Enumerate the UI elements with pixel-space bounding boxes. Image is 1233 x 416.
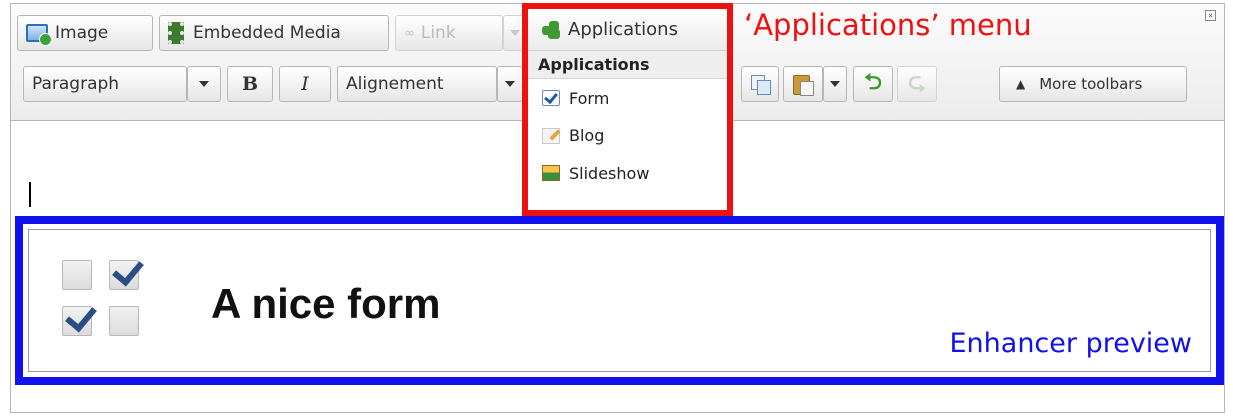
embedded-media-button[interactable]: Embedded Media — [159, 15, 389, 51]
paragraph-dropdown-button[interactable] — [187, 66, 221, 102]
menu-item-label: Form — [569, 88, 610, 108]
image-button-label: Image — [55, 23, 109, 43]
checkbox-icon — [62, 260, 92, 290]
alignment-label: Alignement — [346, 74, 444, 94]
redo-icon: ⮎ — [908, 70, 926, 95]
enhancer-preview[interactable]: A nice form Enhancer preview — [28, 229, 1211, 372]
chevron-down-icon — [199, 81, 209, 87]
undo-button[interactable]: ⮌ — [853, 66, 893, 102]
paragraph-format-label: Paragraph — [32, 74, 120, 94]
link-button-label: Link — [420, 23, 456, 43]
link-icon: ∞ — [404, 25, 415, 41]
checkbox-icon — [109, 306, 139, 336]
expand-up-icon: ▲ — [1016, 77, 1026, 91]
applications-button-label: Applications — [568, 19, 678, 40]
applications-menu-annotation: ‘Applications’ menu — [744, 8, 1032, 42]
image-icon — [26, 24, 52, 46]
image-button[interactable]: Image — [17, 15, 153, 51]
close-icon[interactable]: × — [1205, 10, 1216, 21]
bold-icon: B — [241, 73, 259, 95]
chevron-down-icon — [830, 81, 840, 87]
paste-button[interactable] — [783, 66, 823, 102]
menu-item-slideshow[interactable]: Slideshow — [528, 154, 727, 192]
applications-button[interactable]: Applications — [528, 9, 727, 51]
paste-icon — [792, 73, 814, 96]
more-toolbars-button[interactable]: ▲ More toolbars — [999, 66, 1187, 102]
enhancer-preview-annotation: Enhancer preview — [949, 328, 1192, 359]
embedded-media-button-label: Embedded Media — [193, 23, 341, 43]
menu-item-label: Slideshow — [569, 163, 650, 183]
alignment-dropdown-button[interactable] — [497, 66, 523, 102]
checkbox-checked-icon — [62, 306, 92, 336]
italic-button[interactable]: I — [279, 66, 331, 102]
checkbox-checked-icon — [109, 260, 139, 290]
copy-icon — [750, 74, 771, 95]
applications-menu-header: Applications — [528, 51, 727, 79]
menu-item-blog[interactable]: Blog — [528, 117, 727, 154]
more-toolbars-label: More toolbars — [1039, 75, 1143, 93]
form-check-icon — [542, 90, 560, 106]
paste-dropdown-button[interactable] — [823, 66, 847, 102]
chevron-down-icon — [505, 81, 515, 87]
alignment-select[interactable]: Alignement — [337, 66, 497, 102]
paragraph-format-select[interactable]: Paragraph — [23, 66, 187, 102]
bold-button[interactable]: B — [227, 66, 273, 102]
redo-button[interactable]: ⮎ — [897, 66, 937, 102]
chevron-down-icon — [510, 30, 520, 36]
blog-pencil-icon — [542, 127, 560, 144]
italic-icon: I — [301, 73, 309, 95]
text-cursor — [29, 182, 31, 207]
copy-button[interactable] — [741, 66, 779, 102]
applications-menu: Applications Applications Form Blog Slid… — [522, 3, 733, 216]
slideshow-picture-icon — [542, 165, 560, 181]
undo-icon: ⮌ — [864, 70, 882, 95]
link-button[interactable]: ∞ Link — [395, 15, 503, 51]
menu-item-label: Blog — [569, 126, 605, 145]
enhancer-preview-highlight: A nice form Enhancer preview — [15, 216, 1224, 385]
film-icon — [168, 22, 184, 44]
preview-title: A nice form — [211, 280, 441, 327]
puzzle-icon — [540, 20, 562, 40]
menu-item-form[interactable]: Form — [528, 79, 727, 117]
